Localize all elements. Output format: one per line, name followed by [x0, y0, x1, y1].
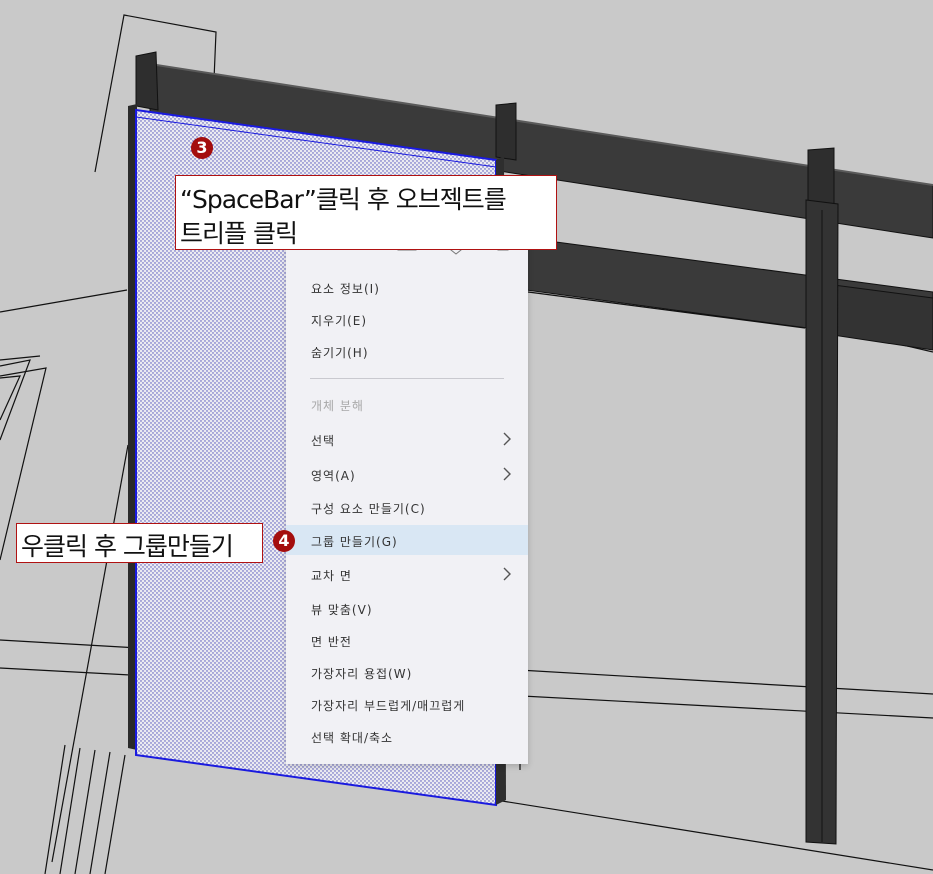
middle-beam[interactable]: [525, 237, 933, 351]
vertical-post[interactable]: [805, 199, 839, 845]
menu-item-label: 지우기(E): [311, 314, 368, 328]
menu-item-label: 가장자리 부드럽게/매끄럽게: [311, 699, 466, 713]
chevron-right-icon: [503, 432, 511, 446]
context-menu: 요소 정보(I) 지우기(E) 숨기기(H) 개체 분해 선택 영역(A) 구성…: [286, 240, 528, 764]
menu-item-intersect-faces[interactable]: 교차 면: [286, 559, 528, 589]
menu-item-label: 개체 분해: [311, 399, 364, 413]
step-4-badge: 4: [273, 530, 295, 552]
menu-item-align-view[interactable]: 뷰 맞춤(V): [286, 593, 528, 623]
menu-item-erase[interactable]: 지우기(E): [286, 304, 528, 334]
menu-item-select[interactable]: 선택: [286, 424, 528, 454]
menu-item-zoom-selection[interactable]: 선택 확대/축소: [286, 721, 528, 751]
menu-item-label: 면 반전: [311, 635, 352, 649]
step-3-badge: 3: [191, 137, 213, 159]
menu-item-label: 뷰 맞춤(V): [311, 603, 373, 617]
menu-item-label: 구성 요소 만들기(C): [311, 502, 426, 516]
menu-item-label: 영역(A): [311, 469, 356, 483]
chevron-right-icon: [503, 467, 511, 481]
menu-item-explode: 개체 분해: [286, 389, 528, 419]
menu-item-label: 교차 면: [311, 569, 352, 583]
step-3-callout-line2: 트리플 클릭: [180, 219, 298, 248]
menu-item-entity-info[interactable]: 요소 정보(I): [286, 272, 528, 302]
step-4-callout: 우클릭 후 그룹만들기: [16, 523, 263, 563]
menu-item-label: 숨기기(H): [311, 346, 369, 360]
step-3-callout: “SpaceBar”클릭 후 오브젝트를 트리플 클릭: [175, 175, 557, 250]
menu-item-soften-edges[interactable]: 가장자리 부드럽게/매끄럽게: [286, 689, 528, 719]
menu-item-label: 그룹 만들기(G): [311, 535, 398, 549]
chevron-right-icon: [503, 567, 511, 581]
menu-item-make-group[interactable]: 그룹 만들기(G): [286, 525, 528, 555]
menu-item-label: 선택: [311, 434, 336, 448]
menu-item-make-component[interactable]: 구성 요소 만들기(C): [286, 492, 528, 522]
menu-item-label: 선택 확대/축소: [311, 731, 394, 745]
menu-item-label: 요소 정보(I): [311, 282, 380, 296]
menu-item-area[interactable]: 영역(A): [286, 459, 528, 489]
menu-item-hide[interactable]: 숨기기(H): [286, 336, 528, 366]
menu-item-weld-edges[interactable]: 가장자리 용접(W): [286, 657, 528, 687]
menu-item-label: 가장자리 용접(W): [311, 667, 413, 681]
step-4-callout-text: 우클릭 후 그룹만들기: [21, 532, 234, 561]
menu-separator: [310, 378, 504, 379]
step-3-callout-line1: “SpaceBar”클릭 후 오브젝트를: [180, 185, 507, 214]
menu-item-reverse-faces[interactable]: 면 반전: [286, 625, 528, 655]
